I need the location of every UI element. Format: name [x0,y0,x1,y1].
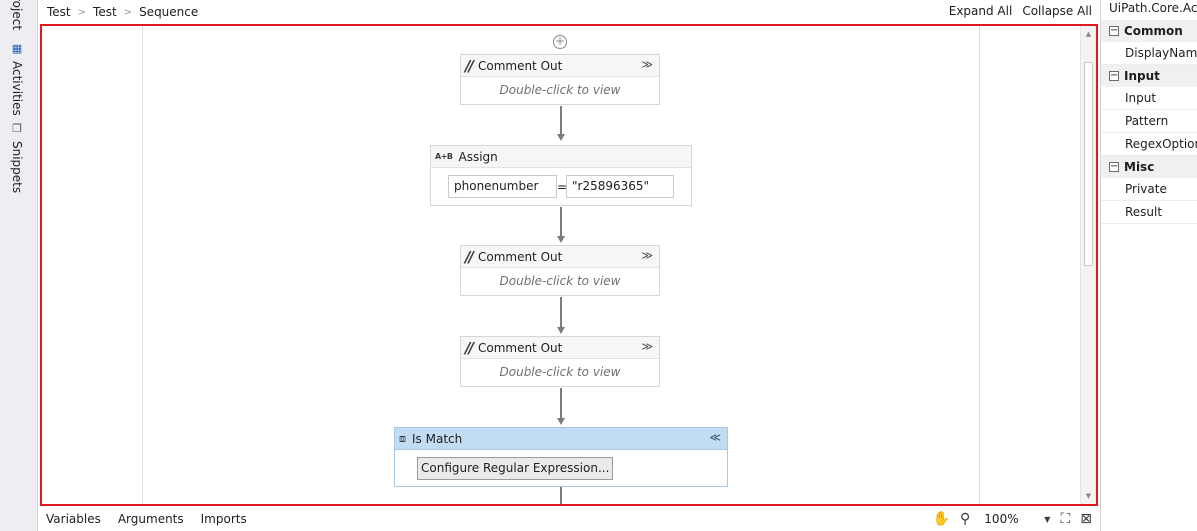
collapse-minus-icon[interactable]: − [1109,162,1119,172]
overview-icon[interactable]: ⊠ [1080,511,1092,527]
comment-out-icon: // [465,56,474,75]
project-tab-label: roject [10,0,24,31]
connector-line [560,207,562,236]
comment-out-activity[interactable]: // Comment Out ≫ Double-click to view [460,245,660,296]
comment-out-activity[interactable]: // Comment Out ≫ Double-click to view [460,336,660,387]
collapse-chevron-icon[interactable]: ≪ [709,431,721,444]
tab-snippets[interactable]: ❐ Snippets [10,122,24,193]
zoom-search-icon[interactable]: ⚲ [960,511,970,527]
tab-activities[interactable]: ▦ Activities [10,42,24,116]
scrollbar-thumb[interactable] [1084,62,1093,266]
activity-header[interactable]: // Comment Out ≫ [461,337,659,359]
property-row[interactable]: DisplayName [1101,42,1197,65]
property-row[interactable]: Private [1101,178,1197,201]
activity-title: Comment Out [477,340,563,355]
variables-tab[interactable]: Variables [46,512,101,526]
scroll-up-icon[interactable]: ▲ [1081,26,1096,42]
connector-line [560,297,562,327]
comment-out-icon: // [465,338,474,357]
sequence-guide-right [979,26,980,504]
collapse-all-button[interactable]: Collapse All [1022,4,1092,18]
zoom-level[interactable]: 100% [984,512,1040,526]
collapse-minus-icon[interactable]: − [1109,26,1119,36]
snippets-icon: ❐ [12,122,22,135]
activity-header[interactable]: A+B Assign [431,146,691,168]
breadcrumb-separator-icon: > [123,6,133,18]
expand-chevron-icon[interactable]: ≫ [641,58,653,71]
activity-header[interactable]: ⧈ Is Match ≪ [395,428,727,450]
is-match-icon: ⧈ [399,431,406,445]
assign-icon: A+B [435,152,453,161]
properties-panel: UiPath.Core.Activ − Common DisplayName −… [1100,0,1197,531]
property-category-input[interactable]: − Input [1101,65,1197,87]
assign-activity[interactable]: A+B Assign phonenumber = "r25896365" [430,145,692,206]
designer-bottom-bar: Variables Arguments Imports ✋ ⚲ 100% ▼ ⛶… [38,507,1100,531]
property-category-common[interactable]: − Common [1101,20,1197,42]
connector-arrow-icon [557,418,565,425]
comment-out-activity[interactable]: // Comment Out ≫ Double-click to view [460,54,660,105]
connector-line [560,388,562,418]
assign-equals-sign: = [557,179,568,194]
breadcrumb: Test > Test > Sequence Expand All Collap… [38,0,1098,24]
designer-canvas[interactable]: + // Comment Out ≫ Double-click to view … [40,24,1098,506]
property-category-misc[interactable]: − Misc [1101,156,1197,178]
activity-placeholder: Double-click to view [499,274,621,288]
activities-tab-label: Activities [10,61,24,116]
connector-arrow-icon [557,236,565,243]
breadcrumb-separator-icon: > [77,6,87,18]
breadcrumb-item[interactable]: Sequence [139,5,198,19]
comment-out-icon: // [465,247,474,266]
activity-placeholder: Double-click to view [499,83,621,97]
breadcrumb-item[interactable]: Test [47,5,71,19]
snippets-tab-label: Snippets [10,141,24,194]
arguments-tab[interactable]: Arguments [118,512,184,526]
activity-header[interactable]: // Comment Out ≫ [461,246,659,268]
connector-arrow-icon [557,327,565,334]
activity-placeholder: Double-click to view [499,365,621,379]
activity-title: Comment Out [477,249,563,264]
vertical-scrollbar[interactable]: ▲ ▼ [1080,26,1096,504]
assign-to-field[interactable]: phonenumber [448,175,557,198]
tab-project[interactable]: roject [10,0,24,30]
pan-hand-icon[interactable]: ✋ [933,511,950,527]
category-label: Common [1124,24,1183,38]
collapse-minus-icon[interactable]: − [1109,71,1119,81]
fit-to-screen-icon[interactable]: ⛶ [1060,511,1070,527]
expand-chevron-icon[interactable]: ≫ [641,340,653,353]
category-label: Misc [1124,160,1155,174]
assign-value-field[interactable]: "r25896365" [566,175,674,198]
zoom-dropdown-icon[interactable]: ▼ [1044,515,1050,524]
add-activity-icon[interactable]: + [553,35,567,49]
property-row[interactable]: Input [1101,87,1197,110]
property-row[interactable]: RegexOption [1101,133,1197,156]
expand-chevron-icon[interactable]: ≫ [641,249,653,262]
properties-title: UiPath.Core.Activ [1109,1,1197,15]
activities-icon: ▦ [11,42,23,55]
connector-arrow-icon [557,134,565,141]
imports-tab[interactable]: Imports [201,512,247,526]
scroll-down-icon[interactable]: ▼ [1081,488,1096,504]
activity-title: Is Match [412,431,463,446]
category-label: Input [1124,69,1160,83]
is-match-activity[interactable]: ⧈ Is Match ≪ Configure Regular Expressio… [394,427,728,487]
connector-line [560,106,562,134]
property-row[interactable]: Result [1101,201,1197,224]
activity-title: Assign [458,149,498,164]
expand-all-button[interactable]: Expand All [949,4,1013,18]
activity-title: Comment Out [477,58,563,73]
property-row[interactable]: Pattern [1101,110,1197,133]
connector-line [560,487,562,504]
sequence-guide-left [142,26,143,504]
activity-header[interactable]: // Comment Out ≫ [461,55,659,77]
breadcrumb-item[interactable]: Test [93,5,117,19]
left-panel-strip: roject ▦ Activities ❐ Snippets [0,0,38,531]
configure-regex-button[interactable]: Configure Regular Expression... [417,457,614,480]
